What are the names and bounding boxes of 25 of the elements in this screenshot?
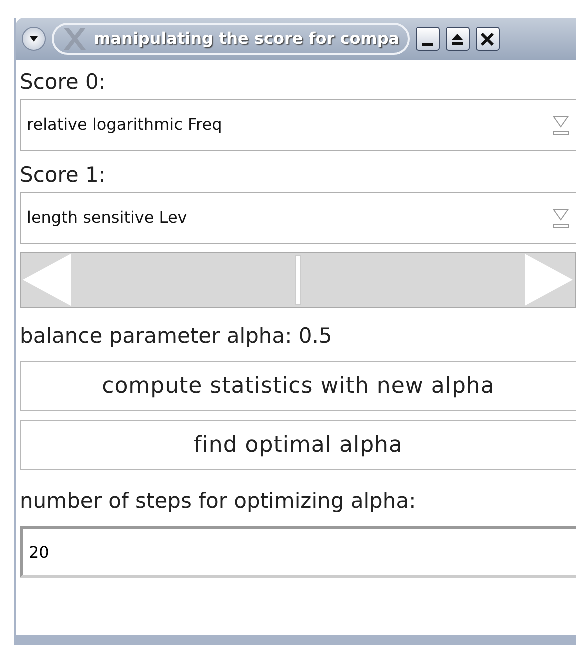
x-logo-icon bbox=[62, 27, 88, 51]
window-title: manipulating the score for compa bbox=[94, 28, 400, 50]
maximize-button[interactable] bbox=[446, 27, 470, 51]
close-button[interactable] bbox=[476, 27, 500, 51]
dropdown-value: length sensitive Lev bbox=[27, 207, 188, 229]
dropdown-arrow-icon bbox=[552, 114, 570, 136]
dropdown-value: relative logarithmic Freq bbox=[27, 114, 222, 136]
dropdown-arrow-icon bbox=[552, 207, 570, 229]
maximize-icon bbox=[450, 32, 466, 46]
field-label: number of steps for optimizing alpha: bbox=[20, 491, 418, 512]
caret-icon bbox=[29, 34, 39, 44]
alpha-label: balance parameter alpha: 0.5 bbox=[20, 326, 334, 347]
dropdown[interactable]: relative logarithmic Freq bbox=[20, 99, 576, 151]
minimize-icon bbox=[422, 42, 434, 46]
field-label: Score 1: bbox=[20, 165, 107, 186]
minimize-button[interactable] bbox=[416, 27, 440, 51]
dropdown[interactable]: length sensitive Lev bbox=[20, 192, 576, 244]
action-button[interactable]: compute statistics with new alpha bbox=[20, 361, 576, 411]
slider-thumb[interactable] bbox=[295, 255, 301, 305]
close-icon bbox=[480, 32, 496, 46]
field-label: Score 0: bbox=[20, 72, 107, 93]
action-button[interactable]: find optimal alpha bbox=[20, 420, 576, 470]
window-menu-button[interactable] bbox=[22, 27, 46, 51]
slider[interactable] bbox=[20, 252, 576, 308]
steps-input-field[interactable]: 20 bbox=[20, 526, 576, 578]
